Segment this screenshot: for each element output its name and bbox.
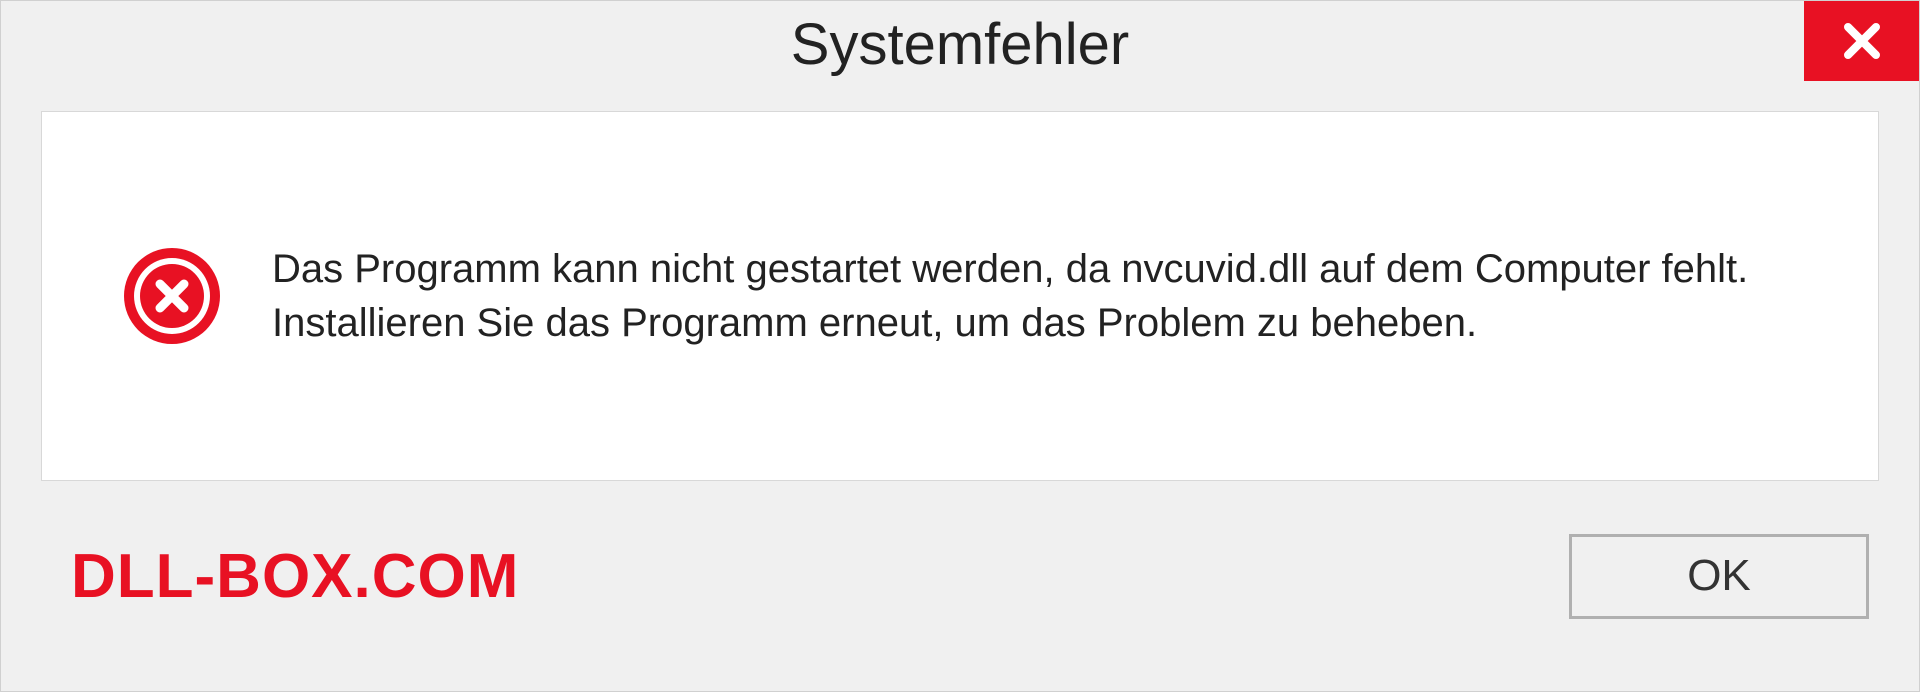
watermark-text: DLL-BOX.COM (71, 541, 519, 612)
ok-button[interactable]: OK (1569, 534, 1869, 619)
close-button[interactable] (1804, 1, 1919, 81)
ok-button-label: OK (1687, 551, 1751, 601)
dialog-title: Systemfehler (791, 11, 1129, 78)
titlebar: Systemfehler (1, 1, 1919, 101)
content-box: Das Programm kann nicht gestartet werden… (41, 111, 1879, 481)
close-icon (1838, 17, 1886, 65)
error-icon (122, 246, 222, 346)
error-dialog: Systemfehler Das Programm kann nicht ges… (0, 0, 1920, 692)
footer: DLL-BOX.COM OK (1, 511, 1919, 641)
error-message: Das Programm kann nicht gestartet werden… (272, 242, 1798, 350)
